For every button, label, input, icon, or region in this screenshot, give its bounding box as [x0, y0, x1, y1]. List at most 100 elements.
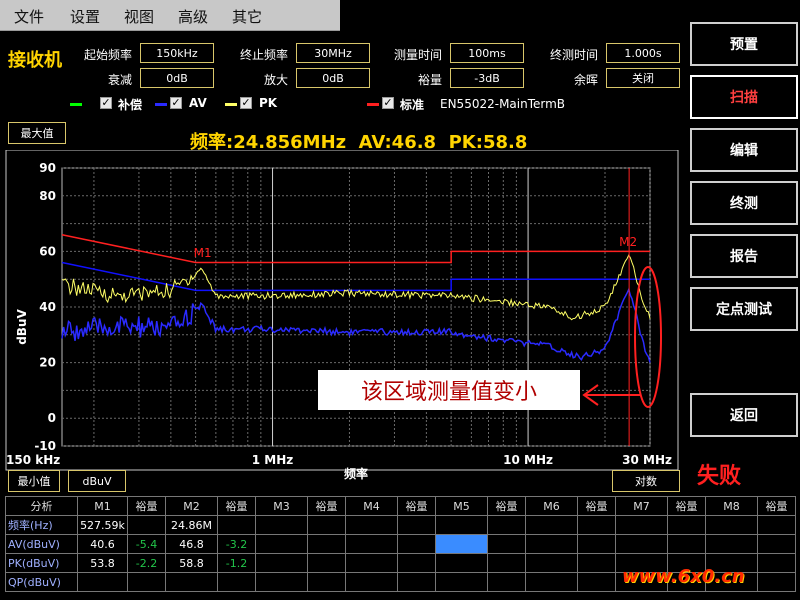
start-freq-field[interactable]: 150kHz — [140, 43, 214, 63]
standard-checkbox[interactable]: ✓ — [382, 97, 394, 109]
max-value-box[interactable]: 最大值 — [8, 122, 66, 144]
menu-file[interactable]: 文件 — [14, 6, 44, 27]
empty-cell — [397, 534, 436, 554]
empty-cell — [757, 515, 796, 535]
y-tick-label: 80 — [39, 189, 56, 203]
empty-cell — [577, 534, 616, 554]
back-button[interactable]: 返回 — [690, 393, 798, 437]
pk-legend-line — [225, 103, 237, 106]
empty-cell — [615, 515, 668, 535]
menu-settings[interactable]: 设置 — [70, 6, 100, 27]
unit-box[interactable]: dBuV — [68, 470, 126, 492]
av-checkbox[interactable]: ✓ — [170, 97, 182, 109]
empty-cell — [435, 553, 488, 573]
row-label: QP(dBuV) — [5, 572, 78, 592]
empty-cell — [757, 534, 796, 554]
empty-cell — [487, 534, 526, 554]
m1-margin: -2.2 — [127, 553, 166, 573]
empty-cell — [397, 553, 436, 573]
y-tick-label: 0 — [48, 411, 56, 425]
table-header-row: 分析 M1 裕量 M2 裕量 M3 裕量 M4 裕量 M5 裕量 M6 裕量 M… — [5, 496, 796, 516]
spectrum-chart: 90 80 60 40 20 0 -10150 kHz 1 MHz 10 MHz 30 MHz 频率… — [5, 150, 679, 481]
menu-advanced[interactable]: 高级 — [178, 6, 208, 27]
empty-cell — [525, 515, 578, 535]
min-value-box[interactable]: 最小值 — [8, 470, 60, 492]
col-header: 裕量 — [667, 496, 706, 516]
m1-value: 40.6 — [77, 534, 128, 554]
receiver-title: 接收机 — [8, 50, 62, 71]
empty-cell — [255, 534, 308, 554]
empty-cell — [487, 572, 526, 592]
report-button[interactable]: 报告 — [690, 234, 798, 278]
pk-checkbox[interactable]: ✓ — [240, 97, 252, 109]
empty-cell — [705, 515, 758, 535]
measure-time-label: 测量时间 — [393, 48, 442, 62]
afterglow-field[interactable]: 关闭 — [606, 68, 680, 88]
table-row: 频率(Hz) 527.59k 24.86M — [5, 515, 796, 535]
scan-button[interactable]: 扫描 — [690, 75, 798, 119]
row-label: PK(dBuV) — [5, 553, 78, 573]
m2-value — [165, 572, 218, 592]
m2-margin: -1.2 — [217, 553, 256, 573]
empty-cell — [435, 572, 488, 592]
y-tick-label: -10 — [34, 439, 56, 453]
m1-margin: -5.4 — [127, 534, 166, 554]
empty-cell — [255, 553, 308, 573]
edit-button[interactable]: 编辑 — [690, 128, 798, 172]
empty-cell — [435, 515, 488, 535]
m1-value: 53.8 — [77, 553, 128, 573]
margin-field[interactable]: -3dB — [450, 68, 524, 88]
x-tick-label: 10 MHz — [503, 453, 553, 467]
empty-cell — [487, 515, 526, 535]
standard-name: EN55022-MainTermB — [440, 97, 566, 111]
col-header: 分析 — [5, 496, 78, 516]
menu-other[interactable]: 其它 — [232, 6, 262, 27]
x-tick-label: 30 MHz — [622, 453, 672, 467]
scale-box[interactable]: 对数 — [612, 470, 680, 492]
empty-cell — [705, 534, 758, 554]
annotation-box: 该区域测量值变小 — [318, 370, 580, 410]
comp-checkbox[interactable]: ✓ — [100, 97, 112, 109]
empty-cell — [345, 572, 398, 592]
empty-cell — [307, 515, 346, 535]
y-tick-label: 40 — [39, 300, 56, 314]
empty-cell — [345, 553, 398, 573]
col-header: M1 — [77, 496, 128, 516]
spot-test-button[interactable]: 定点测试 — [690, 287, 798, 331]
col-header: M7 — [615, 496, 668, 516]
menu-bar: 文件 设置 视图 高级 其它 — [0, 0, 340, 31]
preset-button[interactable]: 预置 — [690, 22, 798, 66]
empty-cell — [525, 553, 578, 573]
empty-cell — [307, 572, 346, 592]
empty-cell — [255, 572, 308, 592]
measure-time-field[interactable]: 100ms — [450, 43, 524, 63]
col-header: M4 — [345, 496, 398, 516]
stop-freq-field[interactable]: 30MHz — [296, 43, 370, 63]
col-header: M2 — [165, 496, 218, 516]
selected-cell[interactable] — [435, 534, 488, 554]
empty-cell — [577, 553, 616, 573]
standard-legend-line — [367, 103, 379, 106]
x-tick-label: 150 kHz — [6, 453, 60, 467]
standard-legend-label: 标准 — [400, 98, 425, 112]
m2-margin — [217, 572, 256, 592]
y-tick-label: 60 — [39, 244, 56, 258]
menu-view[interactable]: 视图 — [124, 6, 154, 27]
attenuation-label: 衰减 — [107, 73, 132, 87]
y-axis-label: dBuV — [15, 309, 29, 345]
final-time-field[interactable]: 1.000s — [606, 43, 680, 63]
col-header: 裕量 — [577, 496, 616, 516]
marker-label: M1 — [194, 246, 212, 260]
final-test-button[interactable]: 终测 — [690, 181, 798, 225]
attenuation-field[interactable]: 0dB — [140, 68, 214, 88]
empty-cell — [345, 515, 398, 535]
col-header: M3 — [255, 496, 308, 516]
col-header: 裕量 — [757, 496, 796, 516]
empty-cell — [577, 572, 616, 592]
av-legend-label: AV — [189, 96, 207, 110]
empty-cell — [757, 572, 796, 592]
x-axis-label: 频率 — [344, 466, 368, 481]
afterglow-label: 余晖 — [573, 73, 598, 87]
m1-margin — [127, 515, 166, 535]
amplify-field[interactable]: 0dB — [296, 68, 370, 88]
